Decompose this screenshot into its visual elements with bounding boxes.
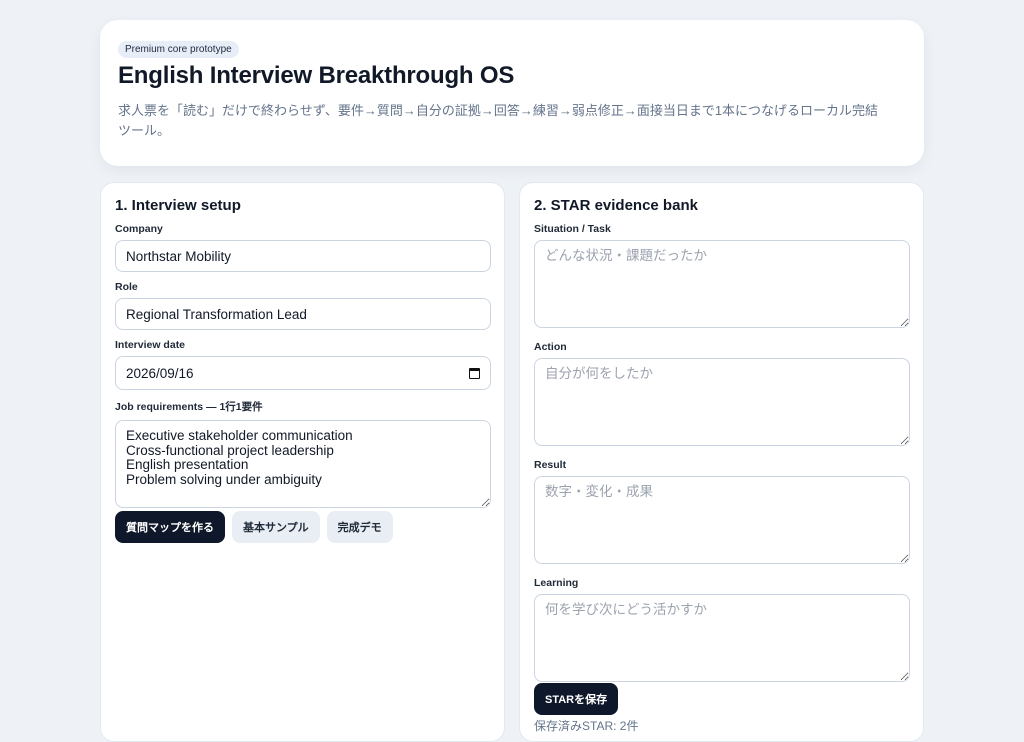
company-input[interactable] [115, 240, 491, 272]
interview-setup-panel: 1. Interview setup Company Role Intervie… [100, 182, 505, 742]
save-star-button[interactable]: STARを保存 [534, 683, 619, 715]
learning-textarea[interactable] [534, 594, 910, 682]
setup-heading: 1. Interview setup [115, 197, 241, 214]
hero-card: Premium core prototype English Interview… [100, 20, 924, 166]
build-question-map-button[interactable]: 質問マップを作る [115, 511, 225, 543]
interview-date-label: Interview date [115, 339, 186, 351]
company-label: Company [115, 223, 163, 235]
result-textarea[interactable] [534, 476, 910, 564]
star-evidence-panel: 2. STAR evidence bank Situation / Task A… [519, 182, 924, 742]
requirements-textarea[interactable] [115, 420, 491, 508]
prototype-badge: Premium core prototype [118, 41, 239, 58]
complete-demo-button[interactable]: 完成デモ [326, 511, 393, 543]
situation-textarea[interactable] [534, 240, 910, 328]
page-description: 求人票を「読む」だけで終わらせず、要件→質問→自分の証拠→回答→練習→弱点修正→… [118, 103, 879, 138]
result-label: Result [534, 459, 567, 471]
role-label: Role [115, 281, 138, 293]
interview-date-value: 2026/09/16 [126, 365, 194, 381]
basic-sample-button[interactable]: 基本サンプル [232, 511, 320, 543]
interview-date-input[interactable]: 2026/09/16 [115, 356, 491, 390]
action-label: Action [534, 341, 567, 353]
role-input[interactable] [115, 298, 491, 330]
situation-label: Situation / Task [534, 223, 611, 235]
calendar-icon[interactable] [469, 367, 480, 379]
star-heading: 2. STAR evidence bank [534, 197, 698, 214]
learning-label: Learning [534, 577, 579, 589]
requirements-label: Job requirements — 1行1要件 [115, 401, 263, 413]
action-textarea[interactable] [534, 358, 910, 446]
page-title: English Interview Breakthrough OS [118, 62, 515, 89]
setup-button-row: 質問マップを作る 基本サンプル 完成デモ [115, 511, 490, 543]
